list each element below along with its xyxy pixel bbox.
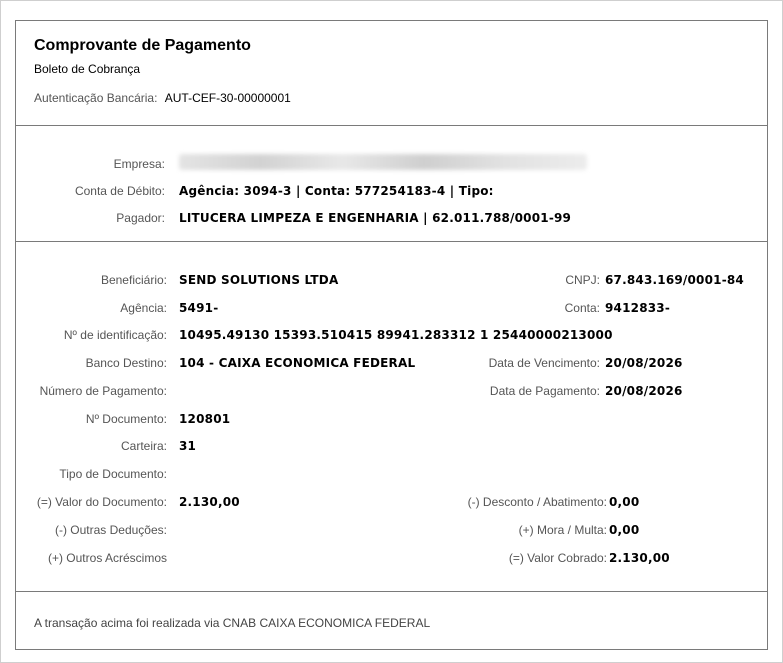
carteira-value: 31 — [179, 439, 197, 453]
agencia-label: Agência: — [120, 301, 167, 315]
empresa-label: Empresa: — [113, 157, 165, 171]
outras-deducoes-label: (-) Outras Deduções: — [54, 523, 167, 537]
documento-value: 120801 — [179, 412, 231, 426]
desconto-label: (-) Desconto / Abatimento: — [467, 495, 607, 509]
identificacao-label: Nº de identificação: — [63, 328, 167, 342]
valor-documento-label: (=) Valor do Documento: — [36, 495, 167, 509]
conta-value: 9412833- — [605, 301, 671, 315]
banco-destino-value: 104 - CAIXA ECONOMICA FEDERAL — [179, 356, 416, 370]
mora-label: (+) Mora / Multa: — [518, 523, 607, 537]
carteira-label: Carteira: — [120, 439, 167, 453]
identificacao-value: 10495.49130 15393.510415 89941.283312 1 … — [179, 328, 613, 342]
numero-pagamento-label: Número de Pagamento: — [39, 384, 167, 398]
receipt-title: Comprovante de Pagamento — [34, 37, 251, 54]
data-pagamento-value: 20/08/2026 — [605, 384, 683, 398]
vencimento-value: 20/08/2026 — [605, 356, 683, 370]
payer-section: Empresa: Conta de Débito: Agência: 3094-… — [16, 125, 767, 242]
documento-label: Nº Documento: — [85, 412, 167, 426]
outros-acrescimos-label: (+) Outros Acréscimos — [47, 551, 167, 565]
cnpj-value: 67.843.169/0001-84 — [605, 273, 744, 287]
receipt-header: Comprovante de Pagamento Boleto de Cobra… — [16, 21, 767, 126]
bank-authentication: Autenticação Bancária: AUT-CEF-30-000000… — [34, 91, 291, 105]
receipt-subtitle: Boleto de Cobrança — [34, 62, 141, 76]
beneficiario-label: Beneficiário: — [100, 273, 167, 287]
valor-cobrado-value: 2.130,00 — [609, 551, 670, 565]
data-pagamento-label: Data de Pagamento: — [489, 384, 600, 398]
page-frame: Comprovante de Pagamento Boleto de Cobra… — [0, 0, 783, 663]
beneficiario-value: SEND SOLUTIONS LTDA — [179, 273, 339, 287]
pagador-value: LITUCERA LIMPEZA E ENGENHARIA | 62.011.7… — [179, 211, 572, 225]
cnpj-label: CNPJ: — [565, 273, 600, 287]
auth-label: Autenticação Bancária: — [34, 91, 158, 105]
banco-destino-label: Banco Destino: — [85, 356, 167, 370]
mora-value: 0,00 — [609, 523, 640, 537]
receipt-footer: A transação acima foi realizada via CNAB… — [16, 591, 767, 651]
empresa-value-redacted — [179, 154, 587, 170]
vencimento-label: Data de Vencimento: — [488, 356, 600, 370]
tipo-documento-label: Tipo de Documento: — [59, 467, 167, 481]
conta-debito-label: Conta de Débito: — [74, 184, 165, 198]
agencia-value: 5491- — [179, 301, 219, 315]
auth-value: AUT-CEF-30-00000001 — [164, 91, 291, 105]
footer-note: A transação acima foi realizada via CNAB… — [34, 616, 431, 630]
conta-label: Conta: — [564, 301, 600, 315]
valor-documento-value: 2.130,00 — [179, 495, 240, 509]
conta-debito-value: Agência: 3094-3 | Conta: 577254183-4 | T… — [179, 184, 494, 198]
pagador-label: Pagador: — [116, 211, 165, 225]
valor-cobrado-label: (=) Valor Cobrado: — [508, 551, 607, 565]
payment-details-section: Beneficiário: SEND SOLUTIONS LTDA Agênci… — [16, 241, 767, 592]
desconto-value: 0,00 — [609, 495, 640, 509]
receipt-card: Comprovante de Pagamento Boleto de Cobra… — [15, 20, 768, 650]
